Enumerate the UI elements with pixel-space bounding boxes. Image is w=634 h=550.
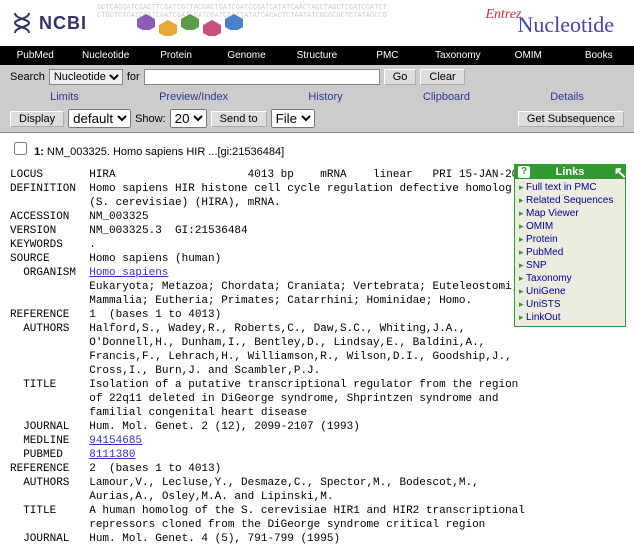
medline-link[interactable]: 94154685 xyxy=(89,435,142,447)
sendto-select[interactable]: File xyxy=(271,109,315,128)
for-label: for xyxy=(127,71,140,83)
links-header: ? Links ↖ xyxy=(515,165,625,179)
display-bar: Display default Show: 20 Send to File Ge… xyxy=(0,105,634,133)
link-protein[interactable]: Protein xyxy=(517,233,623,246)
format-select[interactable]: default xyxy=(68,109,131,128)
nav-pmc[interactable]: PMC xyxy=(352,48,422,63)
cursor-icon: ↖ xyxy=(614,163,627,183)
banner-art: GCTCAGGATCGACTTCGATCGCTACGACTGATCGATCCGA… xyxy=(97,4,624,42)
search-bar: Search Nucleotide for Go Clear xyxy=(0,65,634,89)
pubmed-link[interactable]: 8111380 xyxy=(89,449,135,461)
link-unigene[interactable]: UniGene xyxy=(517,285,623,298)
link-unists[interactable]: UniSTS xyxy=(517,298,623,311)
get-subsequence-button[interactable]: Get Subsequence xyxy=(518,111,624,127)
search-label: Search xyxy=(10,71,45,83)
link-mapviewer[interactable]: Map Viewer xyxy=(517,207,623,220)
go-button[interactable]: Go xyxy=(384,69,417,85)
nav-books[interactable]: Books xyxy=(564,48,634,63)
clear-button[interactable]: Clear xyxy=(420,69,464,85)
ncbi-text: NCBI xyxy=(39,13,87,34)
link-related[interactable]: Related Sequences xyxy=(517,194,623,207)
clipboard-link[interactable]: Clipboard xyxy=(423,91,470,103)
help-icon[interactable]: ? xyxy=(518,166,530,178)
history-link[interactable]: History xyxy=(308,91,342,103)
search-input[interactable] xyxy=(144,69,380,85)
search-db-select[interactable]: Nucleotide xyxy=(49,69,123,85)
links-panel: ? Links ↖ Full text in PMC Related Seque… xyxy=(514,164,626,327)
link-snp[interactable]: SNP xyxy=(517,259,623,272)
nav-pubmed[interactable]: PubMed xyxy=(0,48,70,63)
link-taxonomy[interactable]: Taxonomy xyxy=(517,272,623,285)
ncbi-logo[interactable]: NCBI xyxy=(10,11,87,35)
show-count-select[interactable]: 20 xyxy=(170,109,207,128)
record-header: 1: NM_003325. Homo sapiens HIR ...[gi:21… xyxy=(0,133,634,164)
hexagon-icon xyxy=(159,20,177,36)
nav-protein[interactable]: Protein xyxy=(141,48,211,63)
limits-link[interactable]: Limits xyxy=(50,91,79,103)
record-title: NM_003325. Homo sapiens HIR ...[gi:21536… xyxy=(47,146,284,158)
organism-link[interactable]: Homo sapiens xyxy=(89,267,168,279)
hexagon-icon xyxy=(137,14,155,30)
database-title: EntrezNucleotide xyxy=(517,12,614,38)
nav-structure[interactable]: Structure xyxy=(282,48,352,63)
show-label: Show: xyxy=(135,113,166,125)
nav-taxonomy[interactable]: Taxonomy xyxy=(423,48,493,63)
record-checkbox[interactable] xyxy=(14,142,27,155)
header: NCBI GCTCAGGATCGACTTCGATCGCTACGACTGATCGA… xyxy=(0,0,634,46)
display-button[interactable]: Display xyxy=(10,111,64,127)
link-omim[interactable]: OMIM xyxy=(517,220,623,233)
link-pmc[interactable]: Full text in PMC xyxy=(517,181,623,194)
sub-nav: Limits Preview/Index History Clipboard D… xyxy=(0,89,634,105)
hexagon-icon xyxy=(203,20,221,36)
preview-link[interactable]: Preview/Index xyxy=(159,91,228,103)
nav-genome[interactable]: Genome xyxy=(211,48,281,63)
link-linkout[interactable]: LinkOut xyxy=(517,311,623,324)
link-pubmed[interactable]: PubMed xyxy=(517,246,623,259)
nav-omim[interactable]: OMIM xyxy=(493,48,563,63)
hexagon-icon xyxy=(181,14,199,30)
details-link[interactable]: Details xyxy=(550,91,584,103)
nav-nucleotide[interactable]: Nucleotide xyxy=(70,48,140,63)
hexagon-icon xyxy=(225,14,243,30)
top-nav: PubMed Nucleotide Protein Genome Structu… xyxy=(0,46,634,65)
sendto-button[interactable]: Send to xyxy=(211,111,267,127)
ncbi-helix-icon xyxy=(10,11,34,35)
